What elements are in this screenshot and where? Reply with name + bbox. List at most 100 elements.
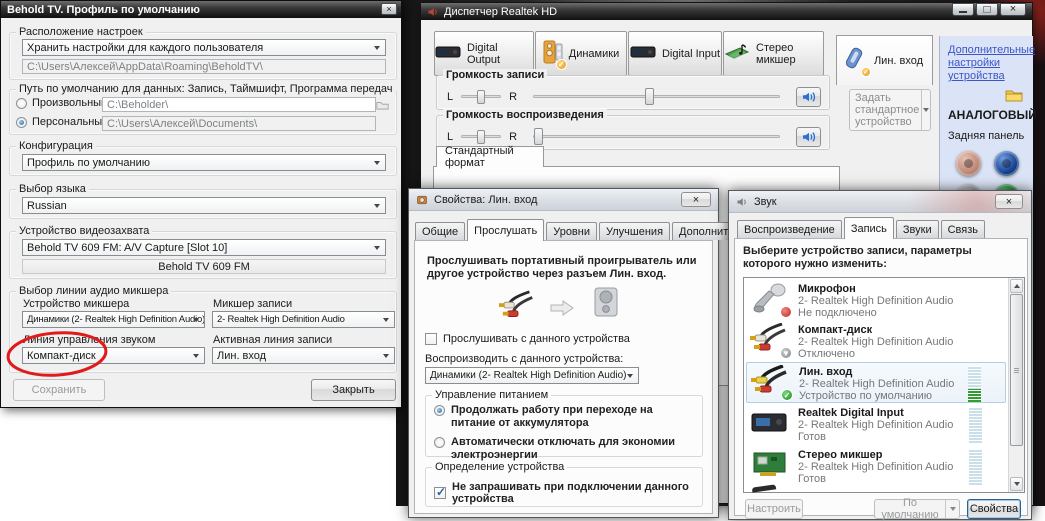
pink-jack-icon[interactable] xyxy=(956,151,981,176)
rear-panel-label: Задняя панель xyxy=(948,130,1024,142)
record-mute-button[interactable] xyxy=(796,87,821,107)
close-button[interactable]: × xyxy=(1000,3,1026,16)
device-name: Realtek Digital Input xyxy=(798,407,962,419)
dropdown-arrow-icon[interactable] xyxy=(945,500,959,518)
selected-option: Russian xyxy=(27,200,67,212)
device-row-digital-input[interactable]: Realtek Digital Input 2- Realtek High De… xyxy=(746,404,1006,445)
close-button[interactable]: × xyxy=(681,192,711,207)
configuration-select[interactable]: Профиль по умолчанию xyxy=(22,154,386,171)
tab-stereo-mixer[interactable]: Стерео микшер xyxy=(723,31,824,76)
tab-enhancements[interactable]: Улучшения xyxy=(599,222,670,240)
maximize-button[interactable] xyxy=(976,3,998,16)
tab-general[interactable]: Общие xyxy=(415,222,465,240)
playback-balance-thumb[interactable] xyxy=(477,130,485,144)
playback-device-select[interactable]: Динамики (2- Realtek High Definition Aud… xyxy=(425,367,639,384)
close-button[interactable]: × xyxy=(995,194,1023,209)
tab-communications[interactable]: Связь xyxy=(941,220,985,238)
radio-label: Персональный xyxy=(32,116,108,128)
behold-titlebar[interactable]: Behold TV. Профиль по умолчанию xyxy=(1,1,401,18)
tab-listen[interactable]: Прослушать xyxy=(467,219,544,241)
speakers-icon: ✓ xyxy=(543,40,563,67)
listen-tab-page: Прослушивать портативный проигрыватель и… xyxy=(414,240,713,514)
realtek-titlebar[interactable]: Диспетчер Realtek HD xyxy=(421,3,1032,20)
tab-recording[interactable]: Запись xyxy=(844,217,894,239)
no-prompt-checkbox[interactable] xyxy=(434,487,446,499)
record-balance-thumb[interactable] xyxy=(477,90,485,104)
sound-dialog-icon xyxy=(736,196,748,208)
selected-option: 2- Realtek High Definition Audio xyxy=(217,314,345,325)
tab-label: Лин. вход xyxy=(874,55,923,67)
record-mixer-select[interactable]: 2- Realtek High Definition Audio xyxy=(212,311,395,328)
scroll-up-button[interactable] xyxy=(1010,279,1023,293)
scroll-down-button[interactable] xyxy=(1010,477,1023,491)
browse-folder-button[interactable] xyxy=(374,97,391,112)
scrollbar-thumb[interactable] xyxy=(1010,294,1023,446)
check-badge-icon: ✓ xyxy=(556,59,567,70)
tab-label: Digital Output xyxy=(467,42,533,66)
properties-titlebar[interactable]: Свойства: Лин. вход xyxy=(409,189,718,211)
device-row-microphone[interactable]: Микрофон 2- Realtek High Definition Audi… xyxy=(746,280,1006,321)
set-default-button[interactable]: По умолчанию xyxy=(874,499,960,519)
level-meter xyxy=(968,366,981,402)
custom-path-radio[interactable] xyxy=(16,98,27,109)
folder-icon xyxy=(376,100,389,110)
playback-volume-thumb[interactable] xyxy=(534,128,543,145)
active-record-line-select[interactable]: Лин. вход xyxy=(212,347,395,364)
storage-mode-select[interactable]: Хранить настройки для каждого пользовате… xyxy=(22,39,386,56)
tab-speakers[interactable]: ✓ Динамики xyxy=(535,31,627,76)
configure-button[interactable]: Настроить xyxy=(745,499,803,519)
playback-mute-button[interactable] xyxy=(796,127,821,147)
device-row-line-in[interactable]: ✓ Лин. вход 2- Realtek High Definition A… xyxy=(746,362,1006,403)
properties-button[interactable]: Свойства xyxy=(967,499,1021,519)
device-driver: 2- Realtek High Definition Audio xyxy=(798,461,962,473)
tab-digital-input[interactable]: Digital Input xyxy=(628,31,722,76)
record-balance-slider[interactable] xyxy=(461,95,501,98)
device-name: Микрофон xyxy=(798,283,962,295)
selected-option: Хранить настройки для каждого пользовате… xyxy=(27,42,263,54)
playback-balance-slider[interactable] xyxy=(461,135,501,138)
device-list-scrollbar[interactable] xyxy=(1008,278,1024,492)
balance-right-label: R xyxy=(509,91,517,103)
close-button[interactable]: × xyxy=(381,3,397,15)
minimize-button[interactable] xyxy=(952,3,974,16)
record-volume-thumb[interactable] xyxy=(645,88,654,105)
group-label: Определение устройства xyxy=(432,461,567,473)
settings-location-group: Расположение настроек Хранить настройки … xyxy=(9,32,397,80)
device-name: Лин. вход xyxy=(799,366,961,378)
mixer-device-select[interactable]: Динамики (2- Realtek High Definition Aud… xyxy=(22,311,205,328)
tab-playback[interactable]: Воспроизведение xyxy=(737,220,842,238)
device-advanced-settings-link[interactable]: Дополнительные настройки устройства xyxy=(948,44,1028,83)
blue-jack-icon[interactable] xyxy=(994,151,1019,176)
record-volume-slider[interactable] xyxy=(533,95,780,98)
button-label: Задать стандартное устройство xyxy=(850,90,921,130)
custom-path-field[interactable]: C:\Beholder\ xyxy=(102,97,376,112)
record-volume-group: Громкость записи L R xyxy=(436,75,830,110)
continue-on-battery-radio[interactable] xyxy=(434,405,445,416)
device-name: Стерео микшер xyxy=(798,449,962,461)
tab-levels[interactable]: Уровни xyxy=(546,222,597,240)
mixer-device-label: Устройство микшера xyxy=(23,298,129,310)
sound-titlebar[interactable]: Звук xyxy=(729,191,1031,213)
device-row-cd[interactable]: ▼ Компакт-диск 2- Realtek High Definitio… xyxy=(746,321,1006,362)
personal-path-field: C:\Users\Алексей\Documents\ xyxy=(102,116,376,131)
capture-device-select[interactable]: Behold TV 609 FM: A/V Capture [Slot 10] xyxy=(22,239,386,256)
group-label: Путь по умолчанию для данных: Запись, Та… xyxy=(16,83,396,95)
auto-disable-radio[interactable] xyxy=(434,437,445,448)
language-select[interactable]: Russian xyxy=(22,197,386,214)
tab-standard-format[interactable]: Стандартный формат xyxy=(436,146,544,167)
personal-path-radio[interactable] xyxy=(16,117,27,128)
device-row-stereo-mixer[interactable]: Стерео микшер 2- Realtek High Definition… xyxy=(746,446,1006,487)
selected-option: Профиль по умолчанию xyxy=(27,157,150,169)
close-dialog-button[interactable]: Закрыть xyxy=(311,379,396,401)
tab-sounds[interactable]: Звуки xyxy=(896,220,939,238)
radio-label: Продолжать работу при переходе на питани… xyxy=(451,404,689,430)
playback-device-icon xyxy=(591,285,621,324)
dropdown-arrow-icon[interactable] xyxy=(921,90,930,130)
playback-volume-slider[interactable] xyxy=(533,135,780,138)
listen-to-device-checkbox[interactable] xyxy=(425,333,437,345)
sound-control-line-select[interactable]: Компакт-диск xyxy=(22,347,205,364)
tab-line-in[interactable]: ✓ Лин. вход xyxy=(836,35,933,85)
set-default-device-button[interactable]: Задать стандартное устройство xyxy=(849,89,931,131)
save-button[interactable]: Сохранить xyxy=(13,379,105,401)
storage-path-field: C:\Users\Алексей\AppData\Roaming\BeholdT… xyxy=(22,59,386,74)
